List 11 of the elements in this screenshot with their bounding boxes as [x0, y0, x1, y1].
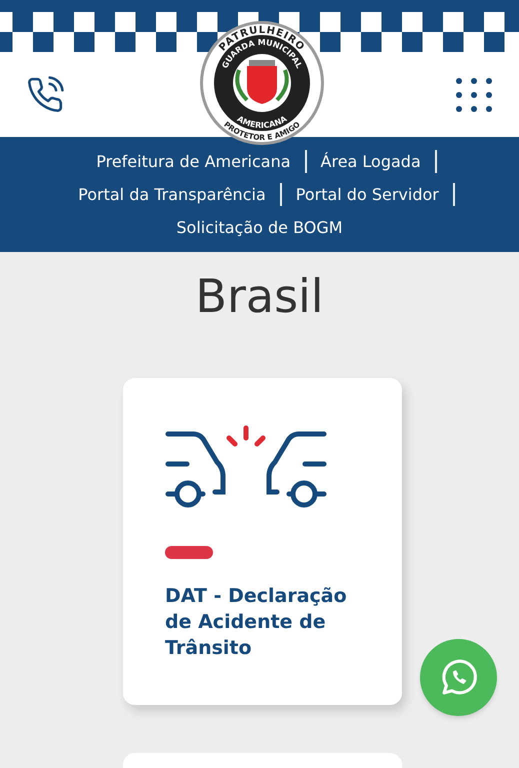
card-title: DAT - Declaração de Acidente de Trânsito: [165, 584, 348, 661]
nav-link[interactable]: Portal do Servidor: [282, 183, 455, 206]
phone-icon[interactable]: [26, 76, 64, 114]
nav-link[interactable]: Portal da Transparência: [64, 183, 282, 206]
nav-link[interactable]: Área Logada: [306, 150, 437, 173]
accent-bar: [165, 546, 213, 559]
page-heading: Brasil: [194, 268, 325, 324]
service-card[interactable]: DAT - Declaração de Acidente de Trânsito: [123, 378, 402, 705]
grid-menu-icon[interactable]: [455, 77, 493, 113]
nav-link[interactable]: Solicitação de BOGM: [162, 216, 357, 239]
nav-link[interactable]: Prefeitura de Americana: [82, 150, 307, 173]
